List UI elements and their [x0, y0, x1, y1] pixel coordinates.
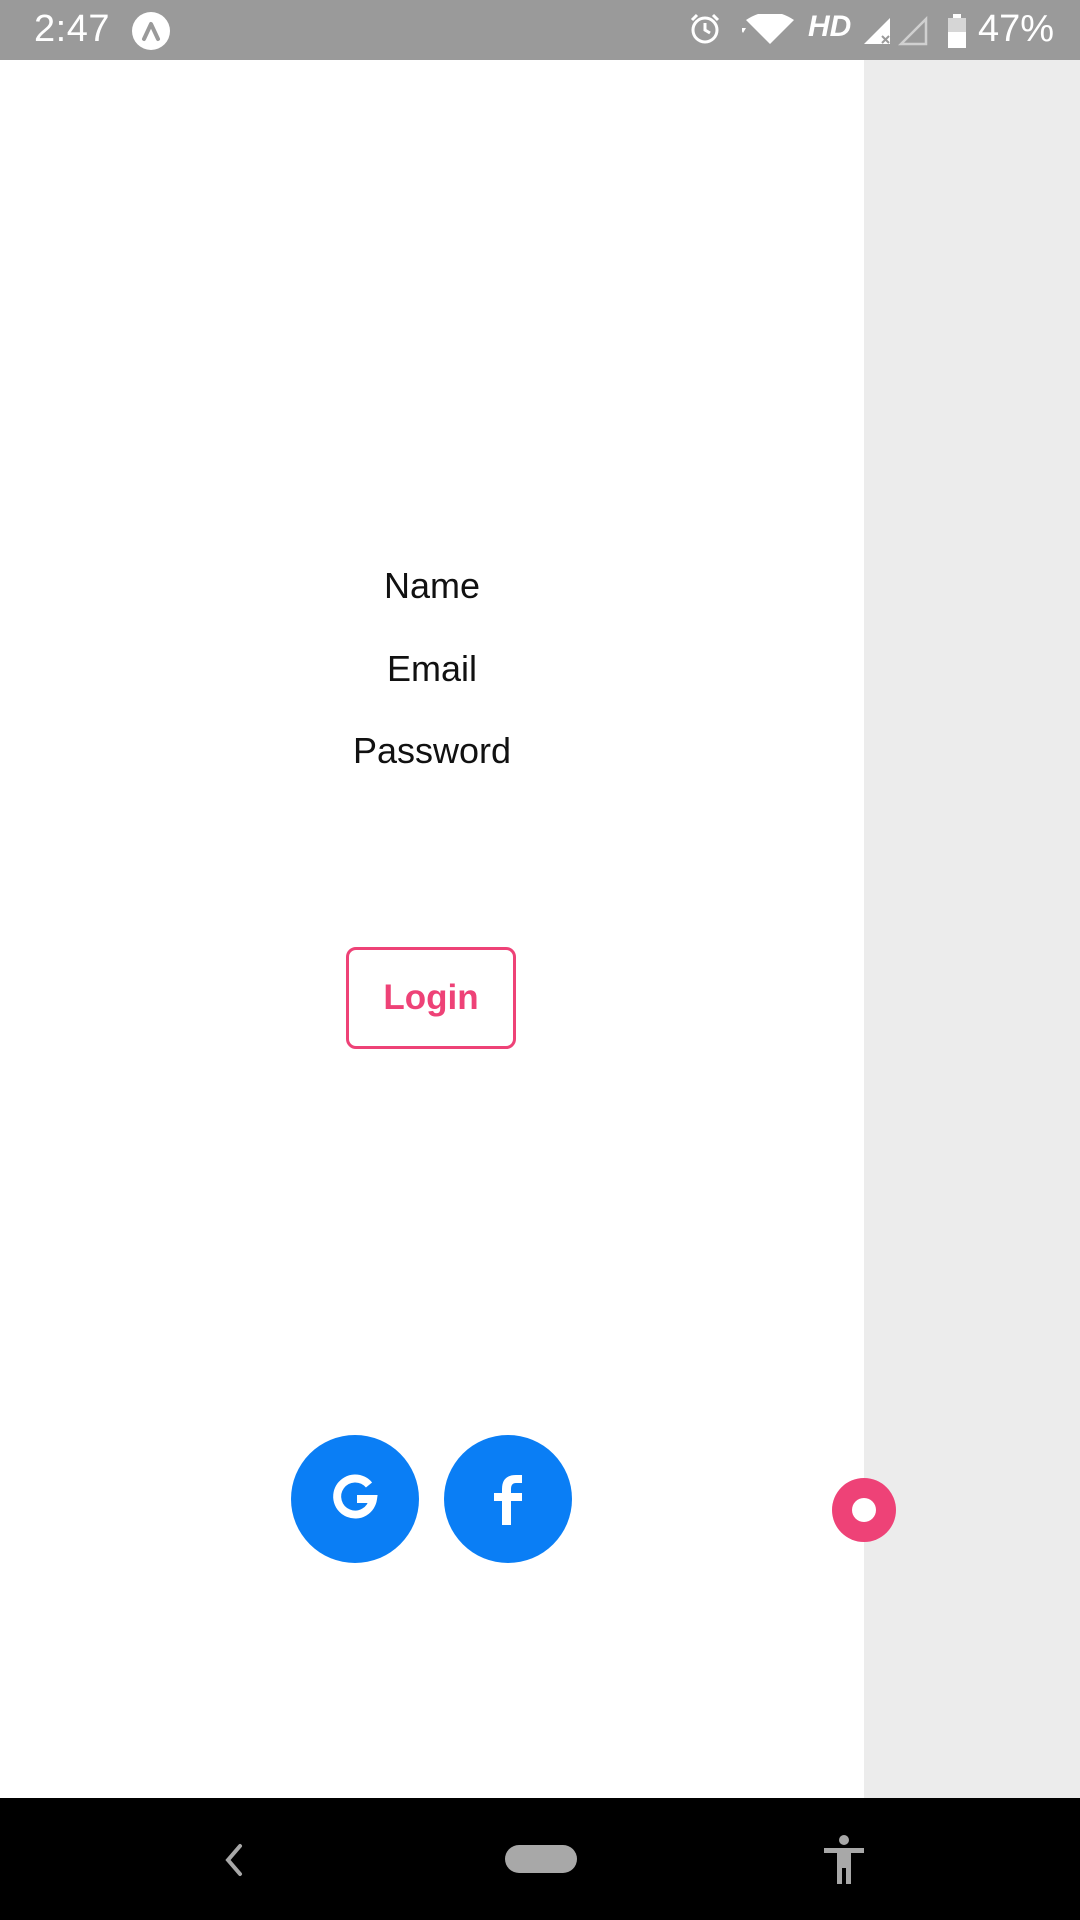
accessibility-icon[interactable] — [822, 1834, 866, 1891]
google-login-button[interactable] — [291, 1435, 419, 1563]
name-label[interactable]: Name — [0, 565, 864, 607]
back-icon[interactable] — [218, 1840, 248, 1885]
alarm-icon — [688, 12, 722, 51]
google-icon — [329, 1471, 381, 1528]
status-time: 2:47 — [34, 8, 110, 50]
side-panel — [864, 60, 1080, 1798]
email-label[interactable]: Email — [0, 648, 864, 690]
floating-record-button[interactable] — [832, 1478, 896, 1542]
login-button[interactable]: Login — [346, 947, 516, 1049]
wifi-icon — [740, 12, 798, 49]
facebook-login-button[interactable] — [444, 1435, 572, 1563]
status-bar: 2:47 HD 47% — [0, 0, 1080, 60]
app-notification-icon — [132, 12, 170, 50]
record-dot-icon — [852, 1498, 876, 1522]
home-button[interactable] — [505, 1845, 577, 1873]
hd-label: HD — [808, 10, 852, 43]
signal-empty-icon — [897, 15, 930, 51]
battery-icon — [946, 14, 968, 53]
navigation-bar — [0, 1798, 1080, 1920]
signal-icon — [862, 16, 894, 51]
password-label[interactable]: Password — [0, 730, 864, 772]
battery-percentage: 47% — [978, 8, 1055, 50]
facebook-icon — [488, 1469, 528, 1530]
